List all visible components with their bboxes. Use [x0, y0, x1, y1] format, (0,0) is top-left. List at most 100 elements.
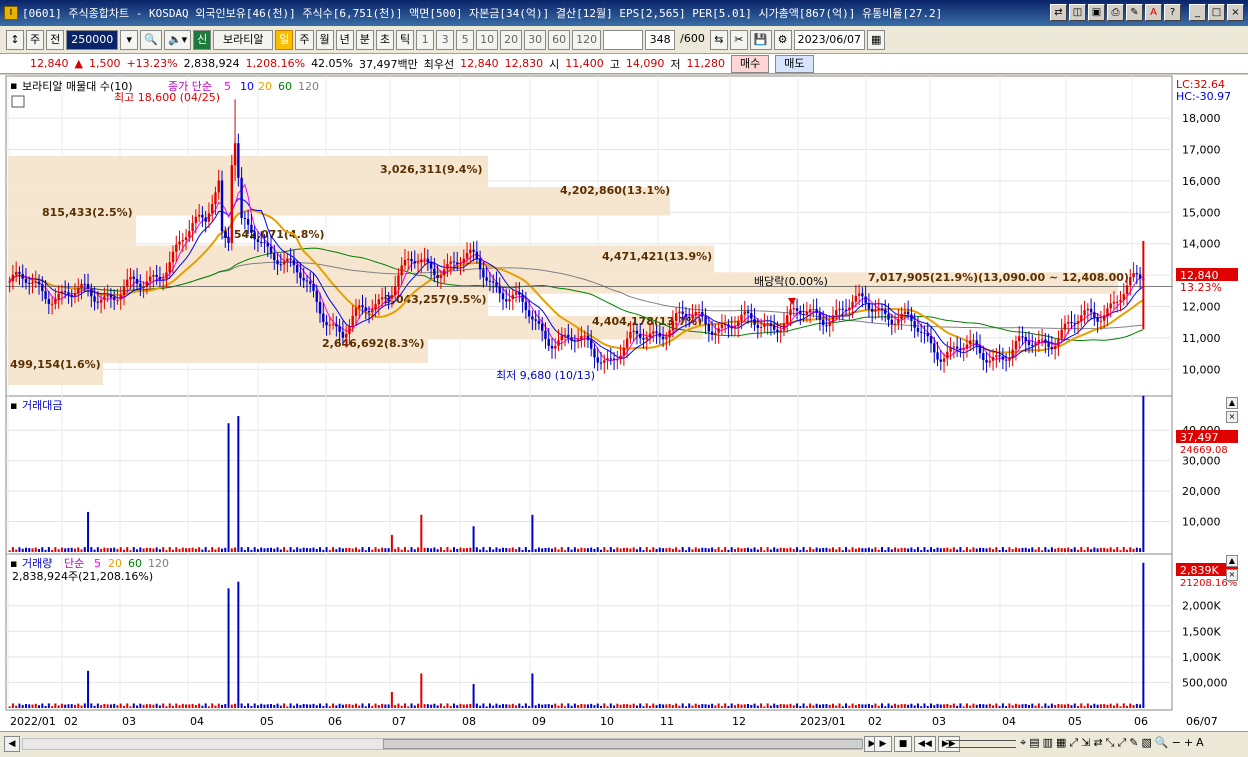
interval-1[interactable]: 1 [416, 29, 435, 50]
dropdown-icon[interactable]: ▾ [120, 29, 139, 50]
volume-pane-title[interactable]: 거래량 [22, 557, 52, 570]
link-icon[interactable]: ⇄ [1050, 4, 1067, 21]
tab-week[interactable]: 주 [295, 29, 314, 50]
play-button[interactable]: ▶ [874, 736, 892, 752]
volume-collapse-icon[interactable]: ▲ [1226, 555, 1238, 567]
interval-30[interactable]: 30 [524, 29, 547, 50]
zoom-slider[interactable] [946, 740, 1016, 748]
tab-tick[interactable]: 틱 [396, 29, 415, 50]
volume-bar [472, 684, 475, 708]
volume-bar [952, 703, 955, 708]
volume-bar [93, 705, 96, 708]
chart-area[interactable]: 3,026,311(9.4%) 4,202,860(13.1%) 815,433(2… [0, 75, 1248, 731]
layout-icon[interactable]: ▤ [1029, 736, 1039, 750]
crosshair-icon[interactable]: ⌖ [1020, 736, 1026, 750]
zoom-in-button[interactable]: + [1184, 736, 1193, 750]
candle-body [838, 308, 841, 311]
minimize-icon[interactable]: _ [1189, 4, 1206, 21]
volume-bar [198, 703, 201, 708]
help-icon[interactable]: ? [1164, 4, 1181, 21]
buy-button[interactable]: 매수 [731, 54, 770, 73]
candle-body [508, 299, 511, 302]
interval-20[interactable]: 20 [500, 29, 523, 50]
window-icon[interactable]: ▣ [1088, 4, 1105, 21]
date-input[interactable]: 2023/06/07 [793, 29, 865, 50]
amount-bar [253, 547, 256, 552]
a-button[interactable]: A [1196, 736, 1204, 750]
chart-svg[interactable]: 3,026,311(9.4%) 4,202,860(13.1%) 815,433(2… [0, 75, 1248, 731]
volume-bar [80, 705, 83, 708]
settings-icon[interactable]: ⚙ [773, 29, 792, 50]
fit-icon[interactable]: ⇲ [1081, 736, 1090, 750]
low-label: 저 [670, 57, 681, 71]
tab-year[interactable]: 년 [335, 29, 354, 50]
volume-ma-label: 단순 [64, 557, 84, 570]
amount-close-icon[interactable]: × [1226, 411, 1238, 423]
volume-bar [848, 705, 851, 708]
period-toggle[interactable]: 전 [46, 29, 65, 50]
diag-icon[interactable]: ⤢ [1117, 736, 1126, 750]
sell-button[interactable]: 매도 [775, 54, 814, 73]
interval-120[interactable]: 120 [572, 29, 602, 50]
tilt-icon[interactable]: ⤡ [1106, 736, 1115, 750]
swap-icon[interactable]: ⇆ [709, 29, 728, 50]
memo-icon[interactable]: ✎ [1126, 4, 1143, 21]
code-input[interactable]: 250000 [66, 29, 119, 50]
edit-icon[interactable]: ✎ [1129, 736, 1138, 750]
candle-body [985, 359, 988, 363]
amount-bar [916, 547, 919, 552]
split-icon[interactable]: ▥ [1043, 736, 1053, 750]
amount-bar [1031, 547, 1034, 552]
tool-icon[interactable]: ✂ [729, 29, 748, 50]
tab-minute[interactable]: 분 [355, 29, 374, 50]
interval-10[interactable]: 10 [476, 29, 499, 50]
calendar-icon[interactable]: ▦ [866, 29, 886, 50]
candle-body [367, 310, 371, 313]
volume-bar [1028, 704, 1031, 708]
stop-button[interactable]: ■ [894, 736, 912, 752]
candle-body [518, 292, 521, 295]
volume-close-icon[interactable]: × [1226, 569, 1238, 581]
volume-bar [567, 703, 570, 708]
chart-icon[interactable]: ▧ [1142, 736, 1152, 750]
zoom-icon[interactable]: 🔍 [1155, 736, 1169, 750]
interval-3[interactable]: 3 [436, 29, 455, 50]
table-icon[interactable] [11, 95, 25, 108]
scroll-thumb[interactable] [383, 739, 863, 749]
close-icon[interactable]: × [1227, 4, 1244, 21]
speaker-icon[interactable]: 🔈▾ [163, 29, 192, 50]
zoom-out-button[interactable]: − [1172, 736, 1181, 750]
interval-60[interactable]: 60 [548, 29, 571, 50]
amount-pane-title[interactable]: 거래대금 [22, 399, 62, 412]
search-icon[interactable]: 🔍 [140, 29, 162, 50]
amount-bar [358, 549, 361, 552]
scroll-left-icon[interactable]: ◀ [4, 736, 20, 752]
maximize-icon[interactable]: □ [1208, 4, 1225, 21]
pin-icon[interactable]: ↕ [6, 29, 24, 50]
font-icon[interactable]: A [1145, 4, 1162, 21]
period-select[interactable]: 주 [26, 29, 45, 50]
group-icon[interactable]: ◫ [1069, 4, 1086, 21]
volume-bar [250, 706, 253, 708]
tab-month[interactable]: 월 [315, 29, 334, 50]
scroll-track[interactable] [22, 738, 863, 750]
tab-second[interactable]: 초 [375, 29, 395, 50]
stock-name[interactable]: 보라티알 [213, 29, 274, 50]
rewind-button[interactable]: ◀◀ [914, 736, 936, 752]
expand-icon[interactable]: ⤢ [1069, 736, 1078, 750]
interval-5[interactable]: 5 [456, 29, 475, 50]
save-icon[interactable]: 💾 [749, 29, 772, 50]
candle-body [1089, 308, 1093, 313]
interval-custom-input[interactable] [603, 29, 644, 50]
drag-icon[interactable]: ⇄ [1093, 736, 1102, 750]
candle-body [936, 352, 939, 360]
volume-bar [407, 706, 410, 708]
grid-icon[interactable]: ▦ [1056, 736, 1066, 750]
amount-bar [1008, 547, 1011, 552]
candle-body [576, 339, 580, 342]
print-icon[interactable]: ⎙ [1107, 4, 1124, 21]
tab-day[interactable]: 일 [275, 29, 294, 50]
count-input[interactable]: 348 [645, 29, 676, 50]
candle-body [655, 331, 658, 333]
amount-collapse-icon[interactable]: ▲ [1226, 397, 1238, 409]
